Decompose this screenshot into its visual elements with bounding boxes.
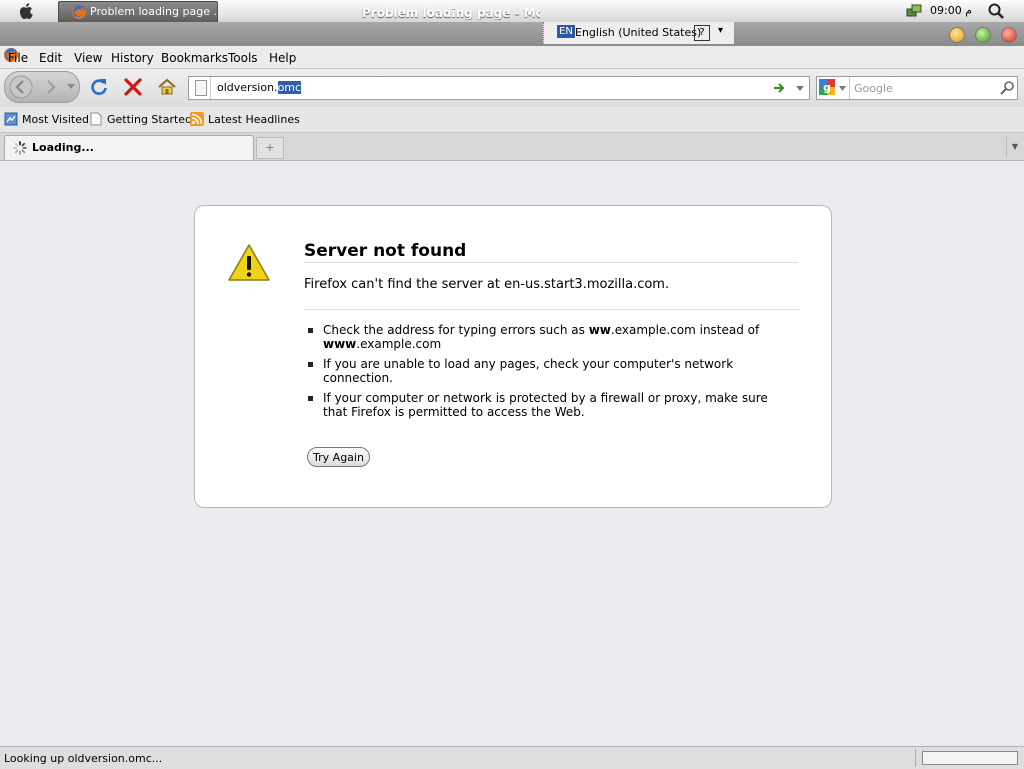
error-title: Server not found [304, 241, 467, 261]
bookmark-latest-headlines[interactable]: Latest Headlines [190, 112, 300, 126]
taskbar-window-button[interactable]: Problem loading page ... [58, 1, 224, 23]
url-bar[interactable]: oldversion.omc [188, 76, 810, 100]
bookmark-label: Latest Headlines [208, 113, 300, 126]
reload-icon[interactable] [89, 77, 109, 97]
list-item: If your computer or network is protected… [308, 391, 768, 419]
search-divider [849, 77, 850, 99]
menu-bar: File Edit View History Bookmarks Tools H… [0, 46, 1024, 68]
language-bar-options-icon[interactable]: ▾ [718, 25, 723, 36]
rss-feed-icon [190, 112, 204, 126]
status-text: Looking up oldversion.omc... [4, 752, 163, 765]
menu-tools[interactable]: Tools [228, 51, 258, 65]
go-arrow-icon[interactable] [773, 82, 785, 94]
network-tray-icon[interactable] [906, 3, 922, 19]
spotlight-search-icon[interactable] [987, 2, 1005, 20]
system-clock[interactable]: م 09:00 [930, 4, 972, 17]
title-divider [304, 262, 798, 263]
progress-meter [922, 751, 1018, 765]
error-page-container: Server not found Firefox can't find the … [194, 205, 832, 508]
forward-arrow-icon[interactable] [41, 77, 61, 97]
menu-edit[interactable]: Edit [39, 51, 62, 65]
menu-history[interactable]: History [111, 51, 154, 65]
home-icon[interactable] [157, 77, 177, 97]
back-arrow-icon[interactable] [9, 75, 33, 99]
firefox-icon [72, 5, 86, 19]
url-selected-text: omc [277, 81, 302, 94]
bookmark-label: Most Visited [22, 113, 89, 126]
menu-help[interactable]: Help [269, 51, 296, 65]
history-dropdown-icon[interactable] [67, 84, 75, 90]
list-item: If you are unable to load any pages, che… [308, 357, 768, 385]
language-bar[interactable]: EN English (United States) ? ▾ [543, 22, 734, 44]
window-title: Problem loading page - Mozilla Firefox [362, 6, 540, 20]
help-icon[interactable]: ? [694, 25, 710, 41]
svg-text:g: g [823, 81, 831, 94]
status-divider [915, 749, 916, 767]
minimize-button[interactable] [949, 27, 965, 43]
language-name[interactable]: English (United States) [575, 26, 701, 39]
menu-view[interactable]: View [74, 51, 102, 65]
warning-icon [228, 244, 270, 281]
new-tab-button[interactable]: + [256, 137, 284, 159]
bookmark-label: Getting Started [107, 113, 193, 126]
engine-dropdown-icon[interactable] [839, 86, 846, 91]
search-input[interactable]: Google [854, 82, 893, 95]
url-input[interactable]: oldversion.omc [217, 81, 302, 94]
tab-label: Loading... [32, 141, 94, 154]
search-icon[interactable] [999, 80, 1015, 96]
tab-loading[interactable]: Loading... [4, 135, 254, 160]
page-icon [195, 80, 207, 96]
status-bar: Looking up oldversion.omc... [0, 746, 1024, 769]
url-dropdown-icon[interactable] [796, 86, 804, 91]
error-short-description: Firefox can't find the server at en-us.s… [304, 277, 670, 292]
maximize-button[interactable] [975, 27, 991, 43]
search-bar[interactable]: g Google [816, 76, 1018, 100]
most-visited-icon [4, 112, 18, 126]
description-divider [304, 309, 800, 310]
bullet-icon [308, 328, 313, 333]
window-title-bar[interactable] [0, 22, 1024, 46]
bookmark-getting-started[interactable]: Getting Started [89, 112, 192, 126]
try-again-button[interactable]: Try Again [307, 447, 370, 467]
bullet-icon [308, 396, 313, 401]
taskbar-window-label: Problem loading page ... [90, 5, 224, 18]
bookmark-most-visited[interactable]: Most Visited [4, 112, 89, 126]
tab-list-button[interactable]: ▼ [1006, 137, 1023, 157]
language-code-badge[interactable]: EN [557, 25, 575, 38]
close-window-button[interactable] [1001, 27, 1017, 43]
menu-file[interactable]: File [8, 51, 28, 65]
back-forward-group [4, 71, 80, 103]
stop-icon[interactable] [123, 77, 143, 97]
url-text: oldversion. [217, 81, 278, 94]
error-suggestions-list: Check the address for typing errors such… [308, 323, 768, 425]
page-bookmark-icon [90, 112, 102, 126]
loading-spinner-icon [13, 141, 27, 155]
google-icon[interactable]: g [819, 79, 835, 95]
url-divider [210, 77, 211, 99]
bullet-icon [308, 362, 313, 367]
apple-icon[interactable] [18, 2, 36, 20]
list-item: Check the address for typing errors such… [308, 323, 768, 351]
menu-bookmarks[interactable]: Bookmarks [161, 51, 228, 65]
